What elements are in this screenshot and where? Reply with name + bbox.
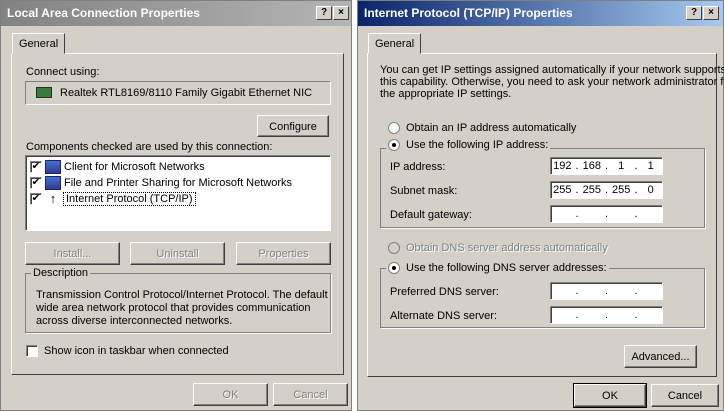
list-item[interactable]: ✔ ↑ Internet Protocol (TCP/IP) <box>30 191 196 207</box>
obtain-ip-auto-option[interactable]: Obtain an IP address automatically <box>388 122 576 134</box>
uninstall-button[interactable]: Uninstall <box>130 242 225 265</box>
description-line-1: Transmission Control Protocol/Internet P… <box>36 289 328 301</box>
ip-octet-2: 168 <box>582 160 601 172</box>
subnet-mask-label: Subnet mask: <box>390 185 458 197</box>
advanced-button[interactable]: Advanced... <box>624 345 697 368</box>
use-following-dns-label: Use the following DNS server addresses: <box>406 262 607 274</box>
obtain-dns-auto-label: Obtain DNS server address automatically <box>406 242 608 254</box>
use-following-dns-option[interactable]: Use the following DNS server addresses: <box>386 262 609 274</box>
description-label: Description <box>31 267 91 279</box>
close-button[interactable]: × <box>333 6 349 20</box>
ip-octet-1: 192 <box>553 160 572 172</box>
obtain-ip-auto-radio[interactable] <box>388 122 400 134</box>
alternate-dns-field[interactable]: . . . <box>550 306 663 324</box>
default-gateway-field[interactable]: . . . <box>550 205 663 223</box>
intro-line-1: You can get IP settings assigned automat… <box>380 64 724 76</box>
connect-using-label: Connect using: <box>26 66 100 78</box>
ok-button[interactable]: OK <box>573 383 647 408</box>
tab-general[interactable]: General <box>12 33 66 54</box>
dialog1-title: Local Area Connection Properties <box>7 6 200 20</box>
obtain-ip-auto-label: Obtain an IP address automatically <box>406 122 577 134</box>
component-label: Client for Microsoft Networks <box>64 161 205 173</box>
use-following-ip-label: Use the following IP address: <box>406 139 549 151</box>
use-following-ip-radio[interactable] <box>388 139 400 151</box>
show-icon-label: Show icon in taskbar when connected <box>44 345 229 357</box>
ip-octet-4: 1 <box>647 160 654 172</box>
components-label: Components checked are used by this conn… <box>26 141 273 153</box>
description-line-2: wide area network protocol that provides… <box>36 302 311 314</box>
show-icon-option[interactable]: Show icon in taskbar when connected <box>26 345 229 357</box>
subnet-mask-field[interactable]: 255. 255. 255. 0 <box>550 181 663 199</box>
obtain-dns-auto-option[interactable]: Obtain DNS server address automatically <box>388 242 608 254</box>
alternate-dns-label: Alternate DNS server: <box>390 310 497 322</box>
dialog2-title: Internet Protocol (TCP/IP) Properties <box>364 6 573 20</box>
component-label: Internet Protocol (TCP/IP) <box>63 192 196 206</box>
description-line-3: across diverse interconnected networks. <box>36 315 233 327</box>
install-button[interactable]: Install... <box>25 242 120 265</box>
list-item[interactable]: ✔ File and Printer Sharing for Microsoft… <box>30 175 292 191</box>
tab-general[interactable]: General <box>368 33 422 54</box>
close-button[interactable]: × <box>703 6 719 20</box>
subnet-octet-4: 0 <box>647 184 654 196</box>
help-button[interactable]: ? <box>316 6 332 20</box>
subnet-octet-3: 255 <box>612 184 631 196</box>
properties-button[interactable]: Properties <box>236 242 331 265</box>
list-item[interactable]: ✔ Client for Microsoft Networks <box>30 159 205 175</box>
components-list[interactable]: ✔ Client for Microsoft Networks ✔ File a… <box>25 155 331 231</box>
adapter-box: Realtek RTL8169/8110 Family Gigabit Ethe… <box>25 81 331 105</box>
intro-line-2: this capability. Otherwise, you need to … <box>380 76 724 88</box>
adapter-name: Realtek RTL8169/8110 Family Gigabit Ethe… <box>60 87 313 99</box>
preferred-dns-label: Preferred DNS server: <box>390 286 499 298</box>
show-icon-checkbox[interactable] <box>26 345 38 357</box>
preferred-dns-field[interactable]: . . . <box>550 282 663 300</box>
ip-octet-3: 1 <box>618 160 625 172</box>
dialog2-titlebar[interactable]: Internet Protocol (TCP/IP) Properties <box>358 1 723 26</box>
intro-line-3: the appropriate IP settings. <box>380 88 512 100</box>
network-adapter-icon <box>36 87 52 98</box>
ip-address-field[interactable]: 192. 168. 1. 1 <box>550 157 663 175</box>
cancel-button[interactable]: Cancel <box>651 384 719 407</box>
subnet-octet-2: 255 <box>582 184 601 196</box>
use-following-ip-option[interactable]: Use the following IP address: <box>386 139 551 151</box>
protocol-icon: ↑ <box>49 191 57 206</box>
dialog1-titlebar[interactable]: Local Area Connection Properties <box>1 1 351 26</box>
subnet-octet-1: 255 <box>553 184 572 196</box>
obtain-dns-auto-radio[interactable] <box>388 242 400 254</box>
client-checkbox[interactable]: ✔ <box>30 161 42 173</box>
configure-button[interactable]: Configure <box>257 115 329 137</box>
file-sharing-checkbox[interactable]: ✔ <box>30 177 42 189</box>
file-sharing-icon <box>45 176 61 190</box>
use-following-dns-radio[interactable] <box>388 262 400 274</box>
ip-address-label: IP address: <box>390 161 446 173</box>
network-client-icon <box>45 160 61 174</box>
component-label: File and Printer Sharing for Microsoft N… <box>64 177 293 189</box>
ok-button[interactable]: OK <box>193 383 268 406</box>
tcpip-checkbox[interactable]: ✔ <box>30 193 42 205</box>
default-gateway-label: Default gateway: <box>390 209 472 221</box>
help-button[interactable]: ? <box>686 6 702 20</box>
local-area-connection-dialog: Local Area Connection Properties ? × Gen… <box>0 0 352 411</box>
cancel-button[interactable]: Cancel <box>273 383 348 406</box>
tcpip-properties-dialog: Internet Protocol (TCP/IP) Properties ? … <box>357 0 724 411</box>
